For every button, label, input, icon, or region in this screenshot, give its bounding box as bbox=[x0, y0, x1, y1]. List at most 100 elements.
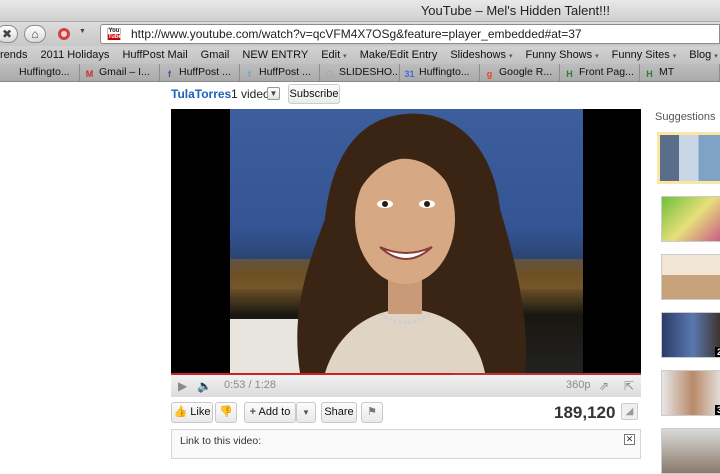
tab-favicon-icon: H bbox=[566, 69, 573, 79]
bookmark-item[interactable]: 2011 Holidays bbox=[41, 46, 110, 64]
suggestions-title: Suggestions bbox=[655, 111, 716, 123]
window-title-bar: YouTube – Mel's Hidden Talent!!! bbox=[0, 0, 720, 22]
suggestion-duration: 2 bbox=[714, 347, 720, 357]
bookmark-label: NEW ENTRY bbox=[242, 49, 309, 61]
bookmark-item[interactable]: NEW ENTRY bbox=[242, 46, 308, 64]
suggestion-thumbnail[interactable]: 2 bbox=[661, 312, 720, 358]
share-button[interactable]: Share bbox=[321, 402, 357, 423]
volume-icon[interactable]: 🔈 bbox=[197, 379, 212, 393]
stats-button[interactable]: ◢ bbox=[621, 403, 638, 420]
dislike-button[interactable]: 👎 bbox=[215, 402, 237, 423]
bookmark-item[interactable]: Funny Shows ▾ bbox=[525, 46, 598, 64]
tab-favicon-icon: H bbox=[646, 69, 653, 79]
thumbs-up-icon: 👍 bbox=[173, 406, 188, 418]
stop-icon: ✖ bbox=[1, 27, 13, 41]
bookmark-label: Funny Sites bbox=[611, 49, 670, 61]
tab-label: Huffingto... bbox=[19, 66, 70, 78]
bookmark-label: Funny Shows bbox=[525, 49, 593, 61]
link-panel-label: Link to this video: bbox=[180, 435, 262, 447]
quality-button[interactable]: 360p bbox=[566, 379, 590, 391]
browser-tab[interactable]: t HuffPost ... bbox=[240, 64, 320, 81]
player-controls: ▶ 🔈 0:53 / 1:28 360p ⇗ ⇱ bbox=[171, 373, 641, 397]
bookmark-label: Gmail bbox=[200, 49, 230, 61]
stop-button[interactable]: ✖ bbox=[0, 25, 18, 43]
suggestion-thumbnail[interactable] bbox=[661, 428, 720, 474]
tab-favicon-icon: M bbox=[85, 69, 94, 79]
chart-icon: ◢ bbox=[625, 406, 634, 417]
extension-button[interactable] bbox=[56, 26, 72, 42]
browser-tab[interactable]: f HuffPost ... bbox=[160, 64, 240, 81]
browser-tab[interactable]: □ SLIDESHO... bbox=[320, 64, 400, 81]
bookmark-item[interactable]: HuffPost Mail bbox=[122, 46, 187, 64]
tab-label: MT bbox=[659, 66, 675, 78]
tab-favicon-icon bbox=[4, 66, 15, 77]
suggestion-thumbnail[interactable] bbox=[661, 196, 720, 242]
bookmark-label: Blog bbox=[689, 49, 712, 61]
browser-tab[interactable]: H Front Pag... bbox=[560, 64, 640, 81]
video-player[interactable] bbox=[171, 109, 641, 373]
bookmark-item[interactable]: Edit ▾ bbox=[321, 46, 346, 64]
fullscreen-icon[interactable]: ⇱ bbox=[624, 379, 634, 393]
subscribe-button[interactable]: Subscribe bbox=[288, 84, 340, 104]
suggestion-thumbnail[interactable]: 3 bbox=[661, 370, 720, 416]
browser-tab[interactable]: g Google R... bbox=[480, 64, 560, 81]
browser-tab[interactable]: H MT bbox=[640, 64, 720, 81]
like-button[interactable]: 👍 Like bbox=[171, 402, 213, 423]
url-bar[interactable]: You Tube http://www.youtube.com/watch?v=… bbox=[100, 24, 720, 44]
video-actions: 👍 Like 👎 + Add to ▼ Share ⚑ 189,120 ◢ bbox=[171, 402, 641, 424]
youtube-page: TulaTorres 1 video ▼ Subscribe ▶ 🔈 0:53 … bbox=[0, 82, 720, 474]
bookmark-item[interactable]: Slideshows ▾ bbox=[450, 46, 512, 64]
browser-tab[interactable]: Huffingto... bbox=[0, 64, 80, 81]
flag-icon: ⚑ bbox=[367, 406, 377, 418]
thumbs-down-icon: 👎 bbox=[219, 406, 233, 418]
url-text[interactable]: http://www.youtube.com/watch?v=qcVFM4X7O… bbox=[131, 25, 582, 43]
channel-name-link[interactable]: TulaTorres bbox=[171, 87, 231, 101]
tab-label: SLIDESHO... bbox=[339, 66, 400, 78]
tab-label: HuffPost ... bbox=[179, 66, 231, 78]
add-to-dropdown[interactable]: ▼ bbox=[296, 402, 316, 423]
chevron-down-icon: ▾ bbox=[595, 53, 599, 60]
add-to-button[interactable]: + Add to bbox=[244, 402, 296, 423]
bookmark-item[interactable]: Funny Sites ▾ bbox=[612, 46, 677, 64]
bookmark-label: 2011 Holidays bbox=[40, 49, 110, 61]
bookmark-item[interactable]: Make/Edit Entry bbox=[360, 46, 438, 64]
bookmark-item[interactable]: rends bbox=[0, 46, 28, 64]
like-label: Like bbox=[190, 406, 211, 418]
chevron-down-icon: ▾ bbox=[508, 53, 513, 60]
home-icon: ⌂ bbox=[31, 27, 39, 41]
play-icon[interactable]: ▶ bbox=[178, 379, 187, 393]
bookmarks-bar: rends 2011 Holidays HuffPost Mail Gmail NEW … bbox=[0, 46, 720, 64]
tab-favicon-icon: □ bbox=[326, 69, 333, 79]
bookmark-item[interactable]: Blog ▾ bbox=[689, 46, 718, 64]
popout-icon[interactable]: ⇗ bbox=[599, 379, 609, 393]
browser-toolbar: ✖ ⌂ ▼ You Tube http://www.youtube.com/wa… bbox=[0, 22, 720, 46]
suggestion-thumbnail[interactable] bbox=[657, 132, 720, 184]
progress-bar[interactable] bbox=[171, 373, 453, 375]
tab-label: HuffPost ... bbox=[259, 66, 311, 78]
suggestion-duration: 3 bbox=[714, 405, 720, 415]
bookmark-label: Make/Edit Entry bbox=[359, 49, 438, 61]
view-count: 189,120 bbox=[554, 403, 616, 422]
chevron-down-icon: ▼ bbox=[302, 408, 310, 417]
close-icon[interactable]: ✕ bbox=[624, 434, 635, 445]
extension-dropdown-icon[interactable]: ▼ bbox=[79, 28, 86, 35]
tab-label: Front Pag... bbox=[579, 66, 634, 78]
video-still-image bbox=[230, 113, 583, 373]
bookmark-item[interactable]: Gmail bbox=[201, 46, 230, 64]
suggestion-thumbnail[interactable] bbox=[661, 254, 720, 300]
flag-button[interactable]: ⚑ bbox=[361, 402, 383, 423]
browser-tab[interactable]: 31 Huffingto... bbox=[400, 64, 480, 81]
window-title: YouTube – Mel's Hidden Talent!!! bbox=[420, 3, 610, 18]
home-button[interactable]: ⌂ bbox=[24, 25, 46, 43]
browser-tab[interactable]: M Gmail – I... bbox=[80, 64, 160, 81]
chevron-down-icon: ▼ bbox=[269, 89, 278, 98]
video-frame[interactable] bbox=[230, 109, 583, 373]
channel-videos-dropdown[interactable]: ▼ bbox=[267, 87, 280, 100]
bookmark-label: rends bbox=[0, 49, 28, 61]
tab-favicon-icon: f bbox=[168, 69, 171, 79]
tab-favicon-icon: g bbox=[486, 69, 493, 79]
link-panel: Link to this video: ✕ bbox=[171, 429, 641, 459]
time-display: 0:53 / 1:28 bbox=[224, 379, 276, 391]
add-to-label: Add to bbox=[258, 406, 291, 418]
chevron-down-icon: ▾ bbox=[714, 53, 718, 60]
